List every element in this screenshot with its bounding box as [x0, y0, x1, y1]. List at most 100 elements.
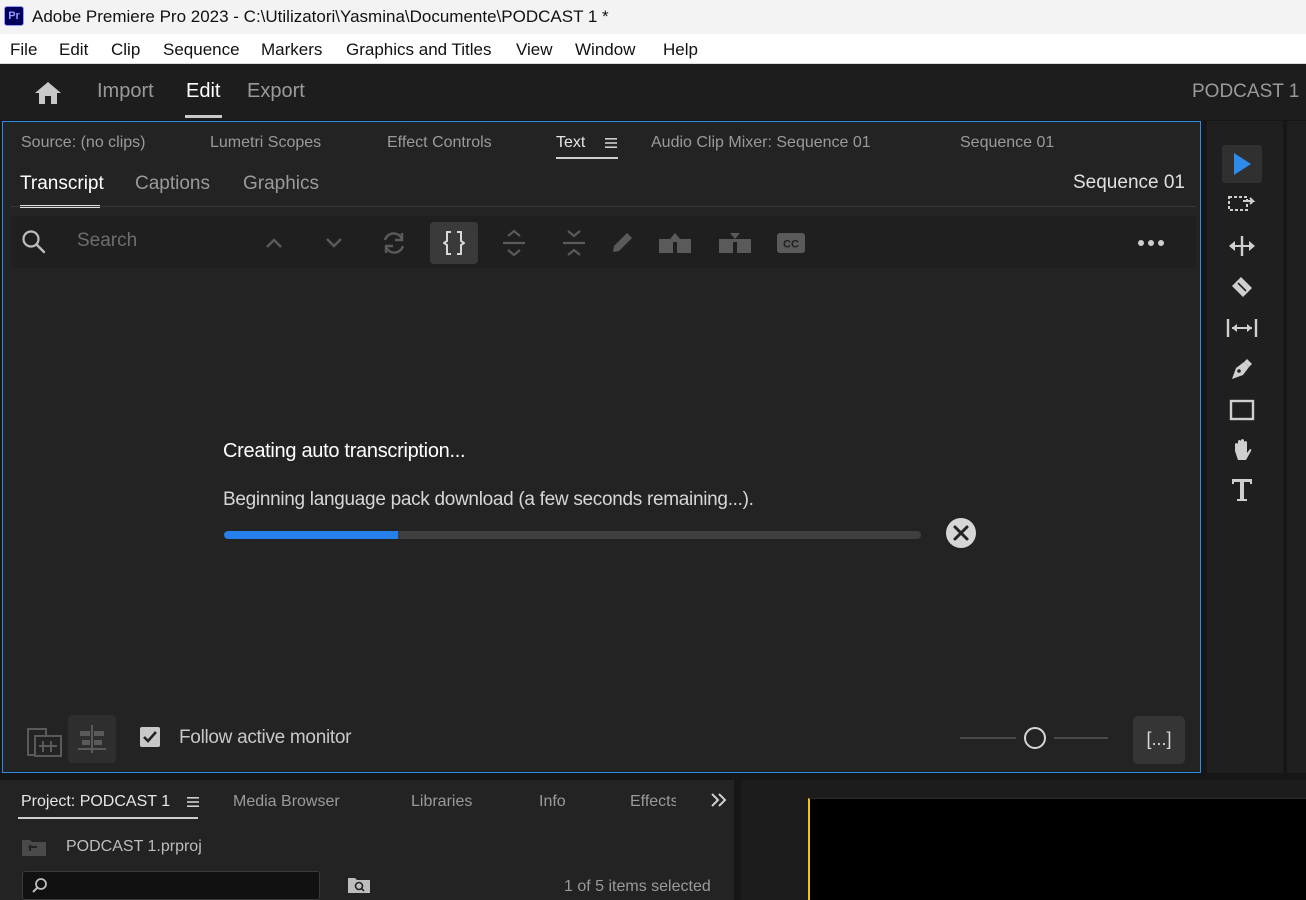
cc-icon: CC	[777, 233, 805, 253]
tab-edit[interactable]: Edit	[186, 80, 220, 103]
bin-up-icon[interactable]	[21, 837, 47, 857]
follow-active-monitor-checkbox[interactable]	[140, 727, 160, 747]
side-panel-edge	[1287, 121, 1306, 773]
pen-icon	[1232, 359, 1252, 379]
search-icon[interactable]	[21, 229, 47, 255]
tab-lumetri-scopes[interactable]: Lumetri Scopes	[210, 134, 321, 152]
project-panel: Project: PODCAST 1 Media Browser Librari…	[0, 780, 734, 900]
edit-button[interactable]	[598, 222, 646, 264]
program-monitor[interactable]	[808, 798, 1306, 900]
refresh-button[interactable]	[370, 222, 418, 264]
tab-project[interactable]: Project: PODCAST 1	[21, 793, 170, 811]
tab-media-browser[interactable]: Media Browser	[233, 793, 340, 811]
status-message: Beginning language pack download (a few …	[223, 489, 754, 510]
selection-tool[interactable]	[1222, 145, 1262, 183]
tab-text[interactable]: Text	[556, 134, 585, 152]
menu-markers[interactable]: Markers	[261, 40, 322, 60]
project-search-input[interactable]	[22, 871, 320, 900]
tab-graphics[interactable]: Graphics	[243, 173, 319, 195]
tab-transcript[interactable]: Transcript	[20, 173, 104, 195]
panel-menu-icon[interactable]	[604, 137, 618, 149]
status-title: Creating auto transcription...	[223, 440, 466, 462]
program-monitor-panel	[741, 780, 1306, 900]
progress-bar	[224, 531, 921, 539]
slip-icon	[1226, 319, 1258, 337]
tools-panel	[1207, 121, 1283, 773]
type-icon	[1232, 479, 1252, 501]
ripple-edit-icon	[1229, 236, 1255, 256]
merge-segments-button[interactable]	[430, 222, 478, 264]
menu-help[interactable]: Help	[663, 40, 698, 60]
cancel-button[interactable]	[945, 517, 977, 549]
type-tool[interactable]	[1222, 471, 1262, 509]
tab-effects[interactable]: Effects	[630, 793, 676, 811]
project-menu-icon[interactable]	[186, 796, 200, 808]
pen-tool[interactable]	[1222, 350, 1262, 388]
split-segment-button[interactable]	[651, 222, 699, 264]
refresh-icon	[383, 232, 405, 254]
tab-import[interactable]: Import	[97, 80, 154, 103]
menu-file[interactable]: File	[10, 40, 37, 60]
tab-libraries[interactable]: Libraries	[411, 793, 472, 811]
split-icon	[659, 233, 691, 253]
svg-text:CC: CC	[783, 239, 799, 251]
next-result-button[interactable]	[310, 222, 358, 264]
tab-sequence-01[interactable]: Sequence 01	[960, 134, 1054, 152]
sync-button[interactable]	[68, 715, 116, 763]
chevron-up-icon	[266, 238, 282, 248]
text-panel: Source: (no clips) Lumetri Scopes Effect…	[2, 121, 1201, 773]
align-icon	[78, 725, 106, 753]
expand-button[interactable]	[490, 222, 538, 264]
hand-tool[interactable]	[1222, 431, 1262, 469]
track-select-tool[interactable]	[1222, 186, 1262, 224]
home-icon[interactable]	[34, 80, 62, 106]
insert-segment-button[interactable]	[711, 222, 759, 264]
sequence-label: Sequence 01	[1073, 172, 1185, 193]
razor-icon	[1232, 277, 1252, 297]
sequence-view-icon[interactable]	[25, 722, 65, 762]
checkmark-icon	[143, 731, 157, 743]
pencil-icon	[613, 233, 632, 252]
more-options-button[interactable]	[1127, 222, 1175, 264]
search-icon	[32, 878, 47, 893]
menu-sequence[interactable]: Sequence	[163, 40, 240, 60]
menu-bar: File Edit Clip Sequence Markers Graphics…	[0, 34, 1306, 64]
tab-info[interactable]: Info	[539, 793, 566, 811]
title-bar: Pr Adobe Premiere Pro 2023 - C:\Utilizat…	[0, 0, 1306, 34]
follow-active-monitor-label: Follow active monitor	[179, 727, 352, 748]
collapse-button[interactable]	[550, 222, 598, 264]
project-file-name: PODCAST 1.prproj	[66, 838, 202, 855]
expand-icon	[503, 229, 525, 257]
tab-captions[interactable]: Captions	[135, 173, 210, 195]
project-name[interactable]: PODCAST 1	[1192, 81, 1299, 103]
rectangle-tool[interactable]	[1222, 391, 1262, 429]
project-tab-indicator	[18, 817, 198, 819]
menu-graphics-and-titles[interactable]: Graphics and Titles	[346, 40, 492, 60]
tab-export[interactable]: Export	[247, 80, 305, 103]
overflow-tabs-icon[interactable]	[710, 792, 728, 808]
insert-icon	[719, 233, 751, 253]
collapse-icon	[563, 230, 585, 256]
find-icon[interactable]	[347, 875, 371, 895]
premiere-logo-icon: Pr	[4, 6, 24, 26]
tab-audio-clip-mixer[interactable]: Audio Clip Mixer: Sequence 01	[651, 134, 871, 152]
tab-source[interactable]: Source: (no clips)	[21, 134, 146, 152]
divider	[11, 206, 1196, 207]
active-tab-indicator	[185, 115, 222, 118]
more-icon	[1138, 240, 1164, 246]
menu-clip[interactable]: Clip	[111, 40, 140, 60]
selection-status: 1 of 5 items selected	[564, 878, 711, 895]
menu-view[interactable]: View	[516, 40, 553, 60]
create-captions-button[interactable]: CC	[767, 222, 815, 264]
menu-edit[interactable]: Edit	[59, 40, 88, 60]
razor-tool[interactable]	[1222, 268, 1262, 306]
zoom-slider[interactable]	[958, 725, 1108, 751]
ripple-edit-tool[interactable]	[1222, 227, 1262, 265]
transcript-toolbar: CC	[11, 216, 1196, 268]
menu-window[interactable]: Window	[575, 40, 635, 60]
slip-tool[interactable]	[1222, 309, 1262, 347]
caption-options-button[interactable]: [...]	[1133, 716, 1185, 764]
tab-effect-controls[interactable]: Effect Controls	[387, 134, 492, 152]
search-input[interactable]	[77, 225, 247, 257]
previous-result-button[interactable]	[250, 222, 298, 264]
